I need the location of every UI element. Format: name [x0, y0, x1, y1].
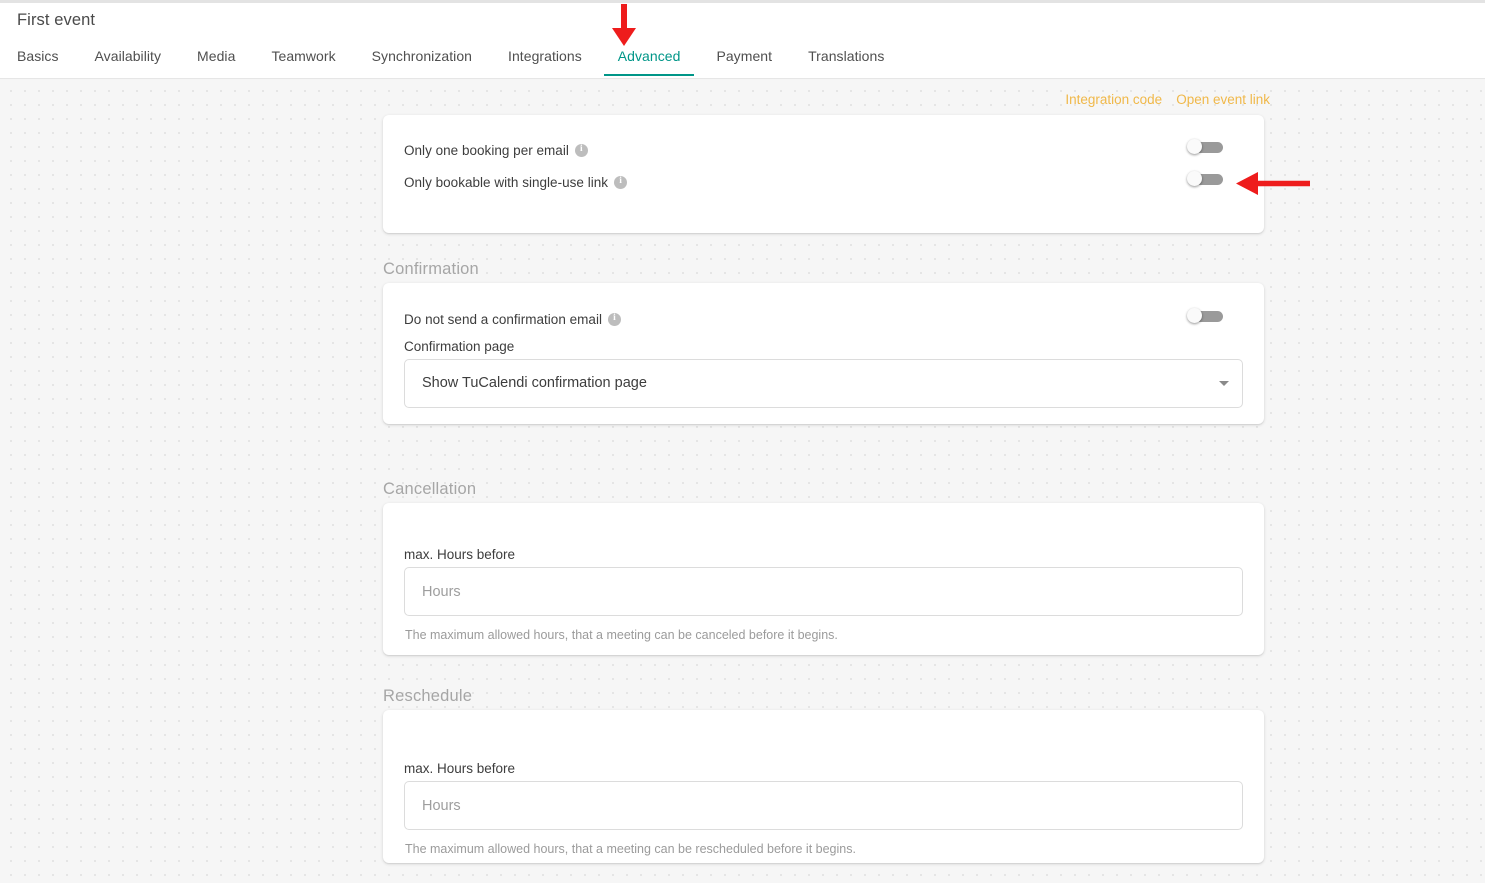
tab-teamwork[interactable]: Teamwork: [253, 41, 353, 76]
tab-media[interactable]: Media: [179, 41, 253, 76]
tab-bar: Basics Availability Media Teamwork Synch…: [0, 41, 902, 79]
reschedule-card: max. Hours before The maximum allowed ho…: [383, 710, 1264, 863]
cancellation-helper-text: The maximum allowed hours, that a meetin…: [405, 628, 838, 642]
toggle-do-not-send-confirmation-email[interactable]: [1187, 308, 1223, 323]
integration-code-link[interactable]: Integration code: [1065, 92, 1162, 107]
toggle-knob: [1187, 308, 1202, 323]
cancellation-card: max. Hours before The maximum allowed ho…: [383, 503, 1264, 655]
reschedule-hours-label: max. Hours before: [404, 761, 515, 776]
reschedule-helper-text: The maximum allowed hours, that a meetin…: [405, 842, 856, 856]
section-heading-reschedule: Reschedule: [383, 687, 472, 706]
row-only-one-booking-per-email: Only one booking per email i: [404, 139, 1243, 161]
page-header: First event Basics Availability Media Te…: [0, 3, 1485, 79]
tab-advanced[interactable]: Advanced: [600, 41, 699, 76]
tab-synchronization[interactable]: Synchronization: [354, 41, 490, 76]
confirmation-page-select[interactable]: Show TuCalendi confirmation page: [404, 359, 1243, 408]
only-one-booking-per-email-label: Only one booking per email: [404, 143, 569, 158]
top-links: Integration code Open event link: [1065, 92, 1270, 107]
confirmation-page-selected-value: Show TuCalendi confirmation page: [422, 360, 647, 407]
tab-availability[interactable]: Availability: [77, 41, 180, 76]
cancellation-hours-input[interactable]: [404, 567, 1243, 616]
tab-basics[interactable]: Basics: [0, 41, 77, 76]
info-icon[interactable]: i: [608, 313, 621, 326]
booking-options-card: Only one booking per email i Only bookab…: [383, 115, 1264, 233]
reschedule-hours-input[interactable]: [404, 781, 1243, 830]
toggle-only-bookable-with-single-use-link[interactable]: [1187, 171, 1223, 186]
tab-payment[interactable]: Payment: [698, 41, 790, 76]
section-heading-confirmation: Confirmation: [383, 260, 479, 279]
only-bookable-with-single-use-link-label: Only bookable with single-use link: [404, 175, 608, 190]
info-icon[interactable]: i: [614, 176, 627, 189]
page-title: First event: [17, 11, 95, 30]
confirmation-page-label: Confirmation page: [404, 339, 514, 354]
toggle-only-one-booking-per-email[interactable]: [1187, 139, 1223, 154]
cancellation-hours-label: max. Hours before: [404, 547, 515, 562]
confirmation-card: Do not send a confirmation email i Confi…: [383, 283, 1264, 424]
row-only-bookable-single-use-link: Only bookable with single-use link i: [404, 171, 1243, 193]
toggle-knob: [1187, 171, 1202, 186]
tab-integrations[interactable]: Integrations: [490, 41, 600, 76]
content-canvas: Integration code Open event link Only on…: [0, 80, 1485, 883]
section-heading-cancellation: Cancellation: [383, 480, 476, 499]
toggle-knob: [1187, 139, 1202, 154]
tab-translations[interactable]: Translations: [790, 41, 902, 76]
do-not-send-confirmation-email-label: Do not send a confirmation email: [404, 312, 602, 327]
info-icon[interactable]: i: [575, 144, 588, 157]
row-do-not-send-confirmation-email: Do not send a confirmation email i: [404, 308, 1243, 330]
open-event-link[interactable]: Open event link: [1176, 92, 1270, 107]
chevron-down-icon[interactable]: [1219, 381, 1229, 386]
